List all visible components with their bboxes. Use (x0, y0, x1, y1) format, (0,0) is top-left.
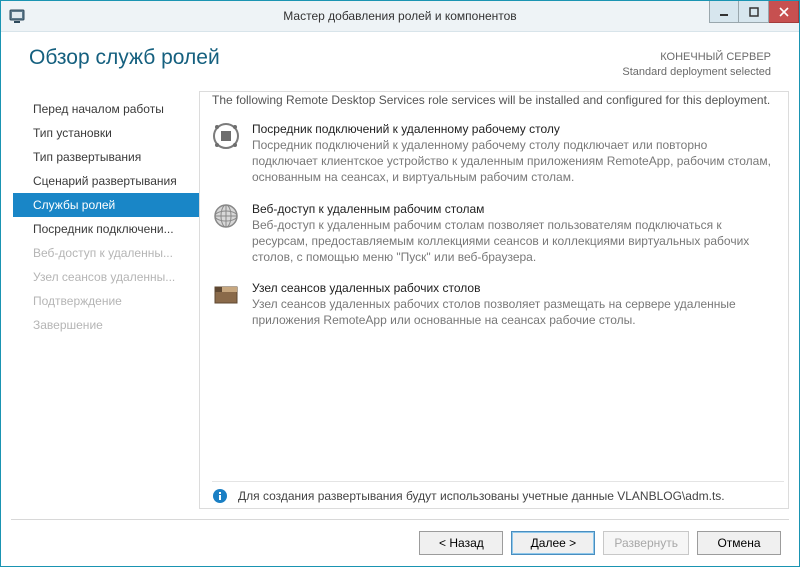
page-title: Обзор служб ролей (29, 46, 220, 70)
sidebar-item-label: Посредник подключени... (33, 222, 174, 236)
page-header: Обзор служб ролей КОНЕЧНЫЙ СЕРВЕР Standa… (1, 32, 799, 87)
window-title: Мастер добавления ролей и компонентов (1, 9, 799, 23)
credentials-info-row: Для создания развертывания будут использ… (212, 481, 784, 508)
sidebar-item-completion: Завершение (13, 313, 199, 337)
cancel-button[interactable]: Отмена (697, 531, 781, 555)
sidebar-item-installation-type[interactable]: Тип установки (13, 121, 199, 145)
globe-icon (212, 202, 240, 230)
minimize-button[interactable] (709, 1, 739, 23)
role-title: Посредник подключений к удаленному рабоч… (252, 122, 776, 136)
sidebar-item-web-access: Веб-доступ к удаленны... (13, 241, 199, 265)
sidebar-item-connection-broker[interactable]: Посредник подключени... (13, 217, 199, 241)
credentials-info-text: Для создания развертывания будут использ… (238, 489, 725, 503)
intro-text: The following Remote Desktop Services ro… (212, 92, 776, 108)
next-button[interactable]: Далее > (511, 531, 595, 555)
sidebar-item-confirmation: Подтверждение (13, 289, 199, 313)
header-meta: КОНЕЧНЫЙ СЕРВЕР Standard deployment sele… (622, 46, 771, 81)
wizard-sidebar: Перед началом работы Тип установки Тип р… (13, 91, 199, 519)
titlebar: Мастер добавления ролей и компонентов (1, 1, 799, 32)
sidebar-item-label: Службы ролей (33, 198, 115, 212)
content-pane: The following Remote Desktop Services ro… (199, 91, 789, 509)
close-button[interactable] (769, 1, 799, 23)
sidebar-item-session-host: Узел сеансов удаленны... (13, 265, 199, 289)
sidebar-item-label: Сценарий развертывания (33, 174, 177, 188)
role-description: Посредник подключений к удаленному рабоч… (252, 137, 776, 186)
role-description: Веб-доступ к удаленным рабочим столам по… (252, 217, 776, 266)
wizard-window: Мастер добавления ролей и компонентов Об… (0, 0, 800, 567)
info-icon (212, 488, 228, 504)
role-item-broker: Посредник подключений к удаленному рабоч… (212, 122, 776, 186)
content-scroll[interactable]: The following Remote Desktop Services ro… (212, 92, 784, 481)
host-icon (212, 281, 240, 309)
broker-icon (212, 122, 240, 150)
role-title: Веб-доступ к удаленным рабочим столам (252, 202, 776, 216)
sidebar-item-deployment-scenario[interactable]: Сценарий развертывания (13, 169, 199, 193)
sidebar-item-before-you-begin[interactable]: Перед началом работы (13, 97, 199, 121)
window-controls (709, 1, 799, 23)
role-description: Узел сеансов удаленных рабочих столов по… (252, 296, 776, 328)
deployment-selected-label: Standard deployment selected (622, 65, 771, 80)
wizard-button-bar: < Назад Далее > Развернуть Отмена (1, 520, 799, 566)
role-item-web-access: Веб-доступ к удаленным рабочим столам Ве… (212, 202, 776, 266)
sidebar-item-label: Перед началом работы (33, 102, 164, 116)
destination-server-label: КОНЕЧНЫЙ СЕРВЕР (622, 50, 771, 65)
sidebar-item-label: Тип развертывания (33, 150, 141, 164)
back-button[interactable]: < Назад (419, 531, 503, 555)
sidebar-item-deployment-type[interactable]: Тип развертывания (13, 145, 199, 169)
sidebar-item-label: Подтверждение (33, 294, 122, 308)
sidebar-item-role-services[interactable]: Службы ролей (13, 193, 199, 217)
role-item-session-host: Узел сеансов удаленных рабочих столов Уз… (212, 281, 776, 328)
sidebar-item-label: Веб-доступ к удаленны... (33, 246, 173, 260)
role-title: Узел сеансов удаленных рабочих столов (252, 281, 776, 295)
app-icon (8, 7, 26, 25)
wizard-body: Перед началом работы Тип установки Тип р… (1, 87, 799, 519)
sidebar-item-label: Тип установки (33, 126, 112, 140)
maximize-button[interactable] (739, 1, 769, 23)
sidebar-item-label: Узел сеансов удаленны... (33, 270, 175, 284)
deploy-button: Развернуть (603, 531, 689, 555)
sidebar-item-label: Завершение (33, 318, 103, 332)
